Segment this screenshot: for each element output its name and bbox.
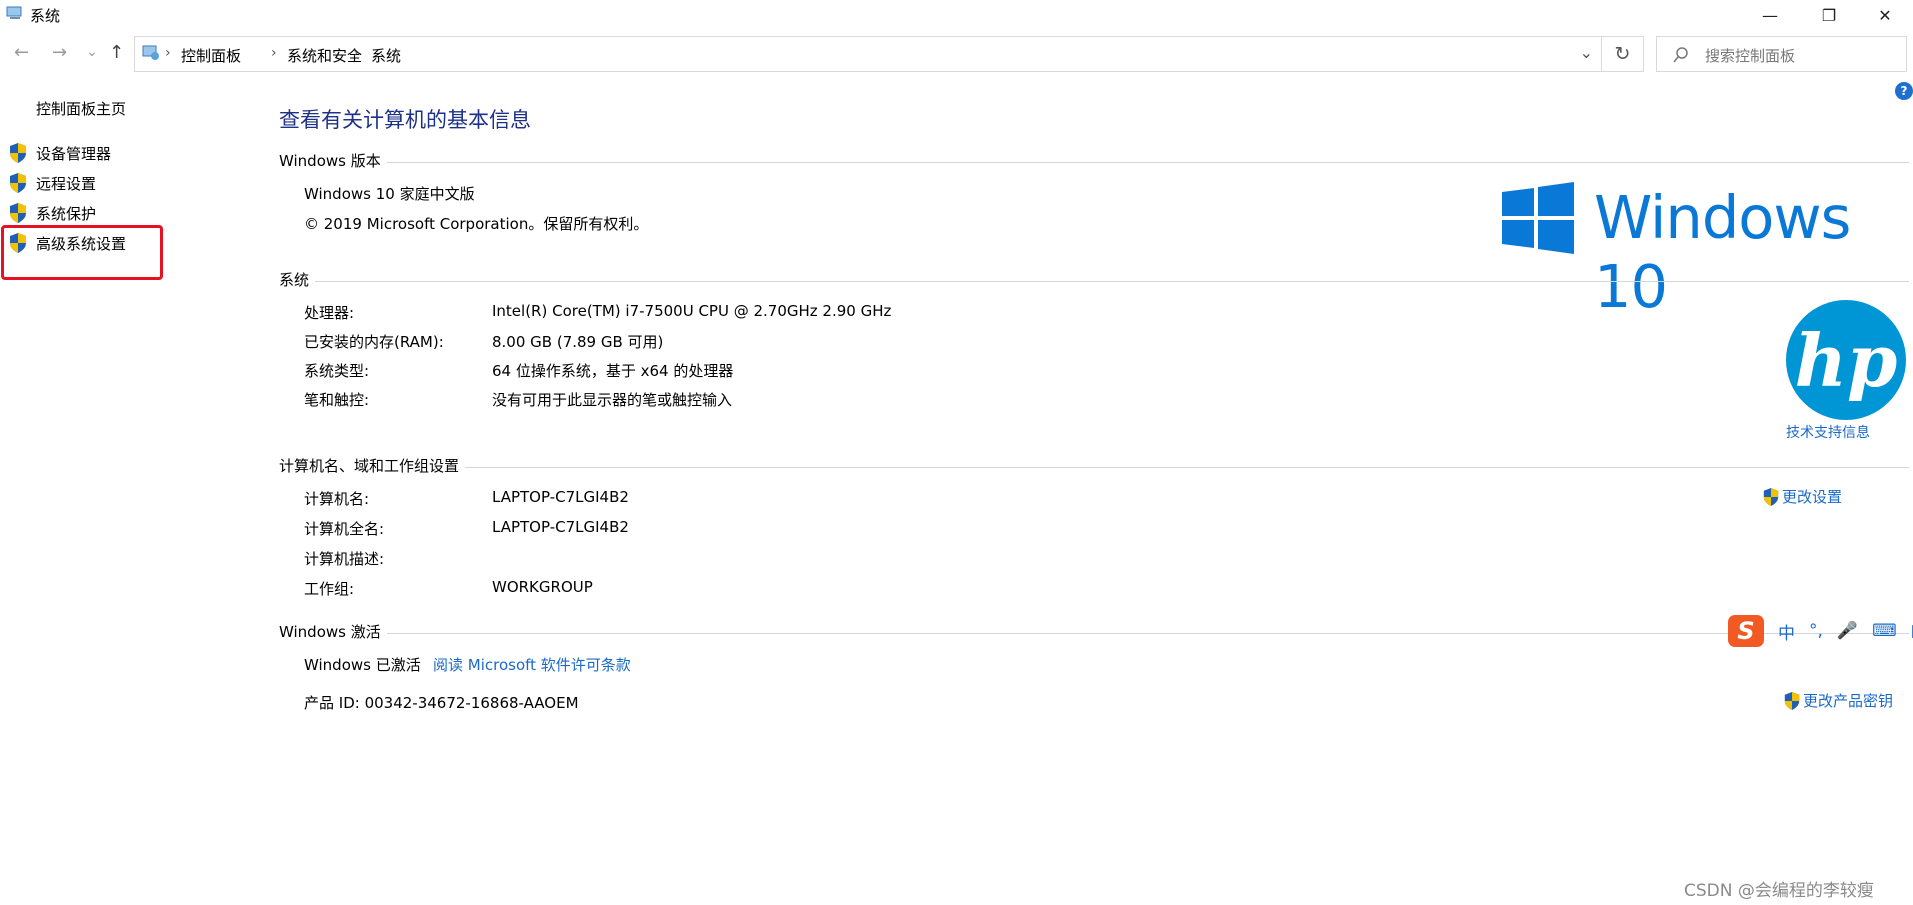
sidebar-item-system-protection[interactable]: 系统保护 (36, 203, 96, 224)
change-settings-button[interactable]: 更改设置 (1762, 486, 1842, 507)
computer-name-value: LAPTOP-C7LGI4B2 (492, 488, 629, 506)
shield-icon (1763, 487, 1779, 506)
license-terms-link[interactable]: 阅读 Microsoft 软件许可条款 (433, 654, 631, 675)
description-label: 计算机描述: (304, 550, 385, 568)
breadcrumb-system[interactable]: 系统 (371, 45, 401, 66)
keyboard-icon[interactable]: ⌨ (1872, 621, 1897, 641)
breadcrumb-separator: › (165, 45, 171, 61)
help-icon[interactable]: ? (1895, 82, 1913, 100)
system-type-value: 64 位操作系统，基于 x64 的处理器 (492, 362, 734, 380)
computer-name-label: 计算机名: (304, 490, 370, 508)
language-toggle[interactable]: 中 (1778, 619, 1795, 644)
search-input[interactable]: 搜索控制面板 (1705, 45, 1795, 66)
section-heading-edition: Windows 版本 (279, 150, 387, 171)
workgroup-value: WORKGROUP (492, 578, 593, 596)
search-icon (1673, 47, 1688, 63)
title-bar: 系统 — ❐ ✕ (0, 0, 1913, 30)
page-title: 查看有关计算机的基本信息 (279, 108, 531, 132)
ram-value: 8.00 GB (7.89 GB 可用) (492, 333, 664, 351)
punctuation-toggle[interactable]: °, (1809, 621, 1823, 641)
shield-icon (10, 143, 26, 163)
support-info-link[interactable]: 技术支持信息 (1786, 422, 1870, 442)
breadcrumb-control-panel[interactable]: 控制面板 (181, 45, 241, 66)
edition-name: Windows 10 家庭中文版 (304, 185, 475, 203)
address-bar[interactable]: › 控制面板 › 系统和安全 › 系统 ⌄ (134, 36, 1602, 72)
breadcrumb-separator: › (271, 45, 277, 61)
windows-logo-icon (1502, 182, 1574, 254)
sidebar-item-remote-settings[interactable]: 远程设置 (36, 173, 96, 194)
hp-logo: hp (1786, 300, 1906, 420)
chevron-down-icon[interactable]: ⌄ (1580, 43, 1593, 62)
microphone-icon[interactable]: 🎤 (1837, 621, 1858, 641)
processor-value: Intel(R) Core(TM) i7-7500U CPU @ 2.70GHz… (492, 302, 892, 320)
control-panel-icon (142, 45, 159, 60)
control-panel-home-link[interactable]: 控制面板主页 (36, 98, 126, 119)
section-heading-system: 系统 (279, 269, 316, 290)
recent-locations-button[interactable]: ⌄ (86, 44, 98, 60)
close-button[interactable]: ✕ (1857, 0, 1913, 30)
system-type-label: 系统类型: (304, 362, 370, 380)
search-box[interactable]: 搜索控制面板 (1656, 36, 1907, 72)
window-title: 系统 (30, 7, 61, 25)
shield-icon (10, 173, 26, 193)
shield-icon (10, 203, 26, 223)
activation-status: Windows 已激活 (304, 656, 421, 674)
section-divider (279, 633, 1909, 634)
change-product-key-button[interactable]: 更改产品密钥 (1783, 690, 1893, 711)
up-button[interactable]: ↑ (109, 42, 124, 63)
section-divider (279, 162, 1909, 163)
restore-button[interactable]: ❐ (1801, 0, 1857, 30)
minimize-button[interactable]: — (1742, 0, 1798, 30)
product-id: 产品 ID: 00342-34672-16868-AAOEM (304, 694, 579, 712)
back-button[interactable]: ← (14, 42, 29, 63)
sidebar-item-device-manager[interactable]: 设备管理器 (36, 143, 111, 164)
processor-label: 处理器: (304, 304, 355, 322)
refresh-button[interactable]: ↻ (1602, 36, 1644, 72)
system-icon (6, 6, 22, 19)
section-heading-computer: 计算机名、域和工作组设置 (279, 455, 466, 476)
change-product-key-link[interactable]: 更改产品密钥 (1803, 690, 1893, 711)
pen-touch-value: 没有可用于此显示器的笔或触控输入 (492, 391, 733, 409)
pen-touch-label: 笔和触控: (304, 391, 370, 409)
windows-10-logo-text: Windows 10 (1594, 183, 1851, 321)
ime-toolbar[interactable]: S 中 °, 🎤 ⌨ ▦ (1728, 613, 1913, 649)
highlight-box (1, 225, 163, 280)
forward-button[interactable]: → (52, 42, 67, 63)
breadcrumb-security[interactable]: 系统和安全 (287, 45, 362, 66)
copyright: © 2019 Microsoft Corporation。保留所有权利。 (304, 215, 649, 233)
breadcrumb-separator: › (353, 45, 359, 61)
watermark: CSDN @会编程的李较瘦 (1684, 881, 1874, 901)
ram-label: 已安装的内存(RAM): (304, 333, 444, 351)
sogou-logo-icon[interactable]: S (1728, 615, 1764, 647)
section-heading-activation: Windows 激活 (279, 621, 387, 642)
full-name-value: LAPTOP-C7LGI4B2 (492, 518, 629, 536)
section-divider (279, 467, 1909, 468)
change-settings-link[interactable]: 更改设置 (1782, 486, 1842, 507)
shield-icon (1784, 691, 1800, 710)
full-name-label: 计算机全名: (304, 520, 385, 538)
section-divider (279, 281, 1909, 282)
workgroup-label: 工作组: (304, 580, 355, 598)
